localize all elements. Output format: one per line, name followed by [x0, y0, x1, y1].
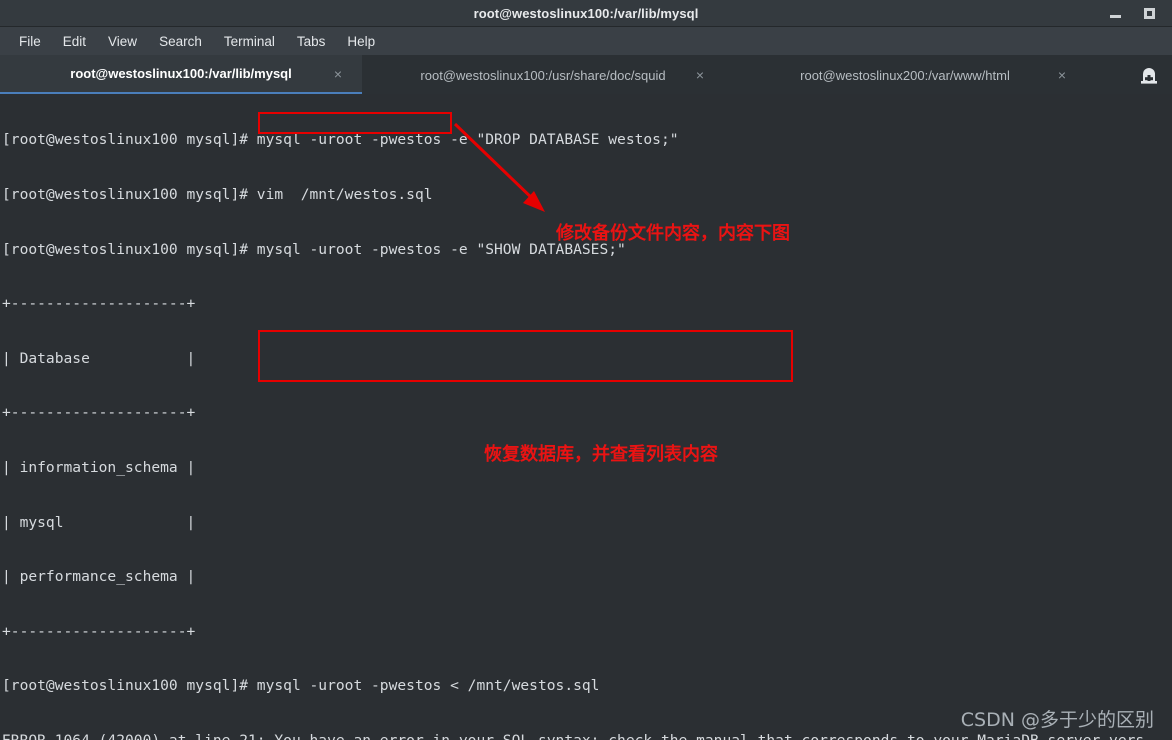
- menu-item-help[interactable]: Help: [336, 30, 386, 53]
- terminal-output-area[interactable]: [root@westoslinux100 mysql]# mysql -uroo…: [0, 94, 1172, 740]
- terminal-line: ERROR 1064 (42000) at line 21: You have …: [2, 732, 1144, 740]
- menu-item-file[interactable]: File: [8, 30, 52, 53]
- window-controls: [1106, 0, 1168, 26]
- menu-item-terminal[interactable]: Terminal: [213, 30, 286, 53]
- terminal-line: | performance_schema |: [2, 568, 196, 586]
- terminal-line: [root@westoslinux100 mysql]# vim /mnt/we…: [2, 186, 433, 203]
- minimize-icon: [1109, 14, 1121, 18]
- window-titlebar: root@westoslinux100:/var/lib/mysql: [0, 0, 1172, 27]
- terminal-line: [root@westoslinux100 mysql]# mysql -uroo…: [2, 677, 600, 695]
- close-icon[interactable]: ×: [1058, 68, 1066, 82]
- annotation-note-1: 修改备份文件内容，内容下图: [556, 223, 790, 244]
- tab-label: root@westoslinux100:/var/lib/mysql: [70, 66, 292, 81]
- menu-item-edit[interactable]: Edit: [52, 30, 97, 53]
- tab-usr-share-doc-squid[interactable]: root@westoslinux100:/usr/share/doc/squid…: [362, 55, 724, 95]
- terminal-line: +--------------------+: [2, 295, 196, 313]
- tab-label: root@westoslinux200:/var/www/html: [800, 67, 1010, 83]
- menu-item-view[interactable]: View: [97, 30, 148, 53]
- tab-var-www-html[interactable]: root@westoslinux200:/var/www/html ×: [724, 55, 1086, 95]
- terminal-line: +--------------------+: [2, 622, 196, 640]
- close-icon[interactable]: ×: [334, 67, 342, 81]
- close-icon[interactable]: ×: [696, 68, 704, 82]
- tab-label: root@westoslinux100:/usr/share/doc/squid: [420, 67, 666, 83]
- menubar: File Edit View Search Terminal Tabs Help: [0, 27, 1172, 55]
- new-tab-icon: [1141, 68, 1157, 84]
- annotation-note-2: 恢复数据库，并查看列表内容: [484, 444, 718, 465]
- terminal-line: +--------------------+: [2, 404, 196, 422]
- minimize-button[interactable]: [1106, 4, 1124, 22]
- tab-var-lib-mysql[interactable]: root@westoslinux100:/var/lib/mysql ×: [0, 55, 362, 95]
- new-tab-button[interactable]: [1132, 55, 1166, 95]
- watermark: CSDN @多于少的区别: [960, 709, 1154, 731]
- terminal-line: [root@westoslinux100 mysql]# mysql -uroo…: [2, 131, 679, 149]
- terminal-text: [root@westoslinux100 mysql]# mysql -uroo…: [0, 94, 1144, 740]
- menu-item-search[interactable]: Search: [148, 30, 213, 53]
- maximize-icon: [1143, 7, 1155, 19]
- window-title: root@westoslinux100:/var/lib/mysql: [473, 5, 699, 21]
- terminal-line: | Database |: [2, 349, 196, 367]
- terminal-line: | mysql |: [2, 513, 196, 531]
- menu-item-tabs[interactable]: Tabs: [286, 30, 337, 53]
- maximize-button[interactable]: [1140, 4, 1158, 22]
- tabbar: root@westoslinux100:/var/lib/mysql × roo…: [0, 55, 1172, 95]
